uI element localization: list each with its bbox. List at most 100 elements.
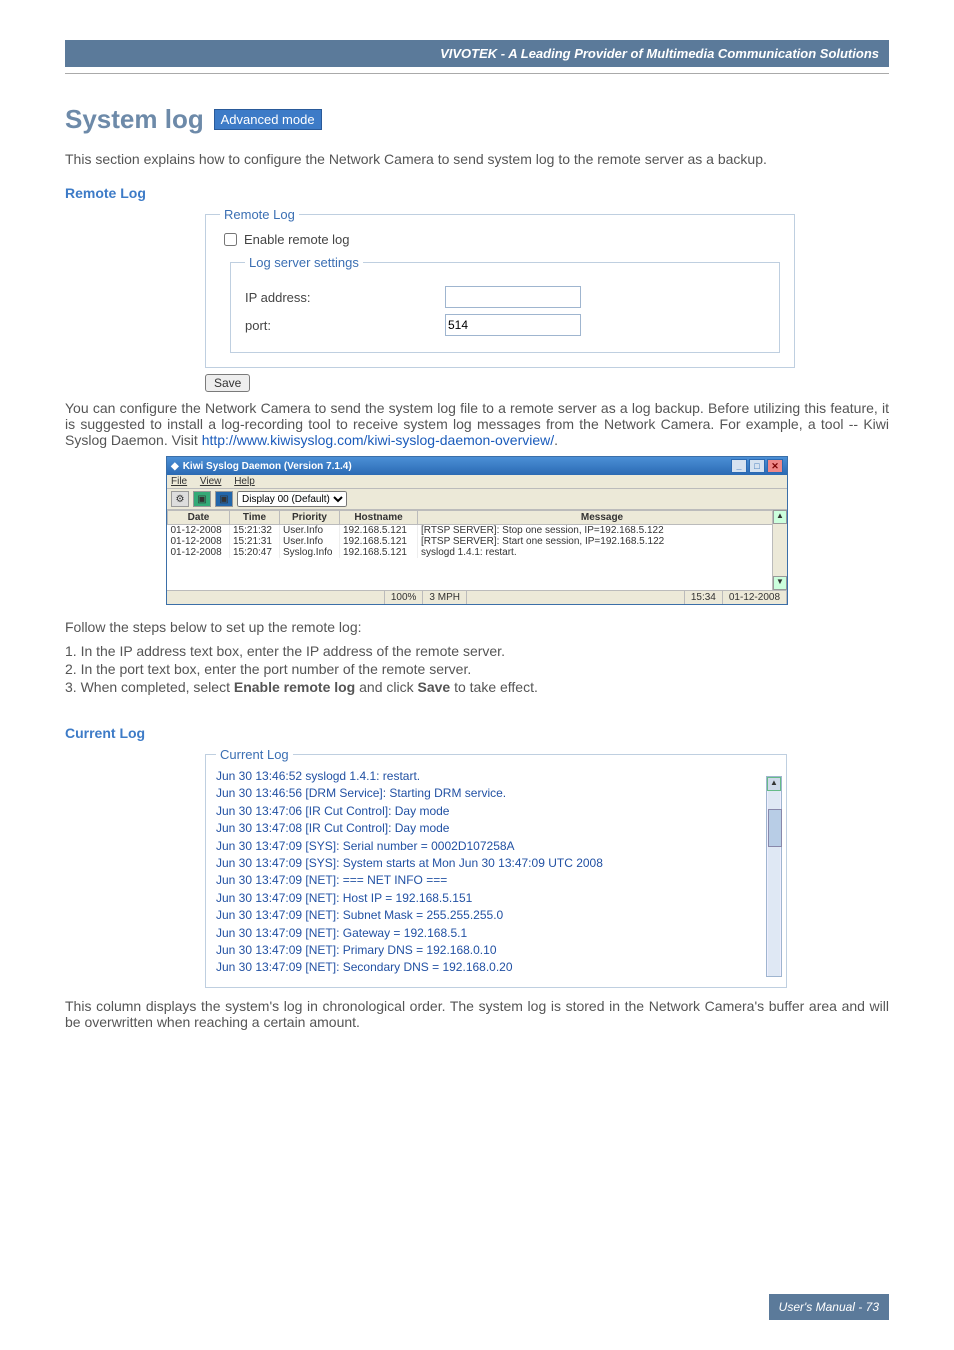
cell-time: 15:20:47 (230, 547, 280, 558)
cell-message: [RTSP SERVER]: Stop one session, IP=192.… (418, 525, 787, 537)
kiwi-title-text: Kiwi Syslog Daemon (Version 7.1.4) (183, 461, 352, 472)
log-line: Jun 30 13:47:09 [NET]: Gateway = 192.168… (216, 925, 776, 942)
kiwi-scrollbar[interactable]: ▲ ▼ (772, 510, 787, 590)
ip-address-input[interactable] (445, 286, 581, 308)
page-title-row: System log Advanced mode (65, 104, 889, 135)
col-priority[interactable]: Priority (280, 511, 340, 525)
kiwi-menubar[interactable]: File View Help (167, 475, 787, 489)
kiwi-app-icon: ◆ (171, 461, 179, 472)
status-pct: 100% (385, 591, 424, 604)
remote-log-legend: Remote Log (220, 207, 299, 222)
kiwi-statusbar: 100% 3 MPH 15:34 01-12-2008 (167, 590, 787, 604)
cell-time: 15:21:31 (230, 536, 280, 547)
log-line: Jun 30 13:47:09 [NET]: Subnet Mask = 255… (216, 907, 776, 924)
cell-priority: Syslog.Info (280, 547, 340, 558)
menu-view[interactable]: View (200, 476, 222, 487)
enable-remote-log-checkbox[interactable] (224, 233, 237, 246)
current-log-list: Jun 30 13:46:52 syslogd 1.4.1: restart.J… (216, 768, 776, 977)
toolbar-icon-3[interactable]: ▣ (215, 491, 233, 507)
col-date[interactable]: Date (168, 511, 230, 525)
scroll-up-icon[interactable]: ▲ (767, 777, 781, 791)
step-2: 2. In the port text box, enter the port … (65, 661, 889, 677)
close-icon[interactable]: ✕ (767, 459, 783, 473)
table-row[interactable]: 01-12-200815:20:47Syslog.Info192.168.5.1… (168, 547, 787, 558)
log-line: Jun 30 13:47:09 [NET]: Secondary DNS = 1… (216, 959, 776, 976)
step-3: 3. When completed, select Enable remote … (65, 679, 889, 695)
intro-text: This section explains how to configure t… (65, 151, 889, 167)
log-server-legend: Log server settings (245, 255, 363, 270)
current-log-fieldset: Current Log Jun 30 13:46:52 syslogd 1.4.… (205, 747, 787, 988)
scroll-down-icon[interactable]: ▼ (773, 576, 787, 590)
step-3d: Save (417, 679, 450, 695)
scroll-thumb[interactable] (768, 809, 782, 847)
remote-log-heading: Remote Log (65, 185, 889, 201)
cell-time: 15:21:32 (230, 525, 280, 537)
status-date: 01-12-2008 (723, 591, 787, 604)
step-1: 1. In the IP address text box, enter the… (65, 643, 889, 659)
toolbar-icon-2[interactable]: ▣ (193, 491, 211, 507)
log-line: Jun 30 13:47:09 [NET]: Primary DNS = 192… (216, 942, 776, 959)
header-rule (65, 73, 889, 74)
enable-remote-log-label: Enable remote log (244, 232, 350, 247)
col-message[interactable]: Message (418, 511, 787, 525)
cell-message: syslogd 1.4.1: restart. (418, 547, 787, 558)
maximize-icon[interactable]: □ (749, 459, 765, 473)
current-log-scrollbar[interactable]: ▲ (766, 776, 782, 977)
enable-remote-log-row[interactable]: Enable remote log (220, 230, 780, 249)
current-log-legend: Current Log (216, 747, 293, 762)
step-3e: to take effect. (450, 679, 538, 695)
col-hostname[interactable]: Hostname (340, 511, 418, 525)
log-line: Jun 30 13:47:09 [SYS]: Serial number = 0… (216, 838, 776, 855)
status-time: 15:34 (685, 591, 723, 604)
config-text-after: . (554, 432, 558, 448)
log-line: Jun 30 13:47:06 [IR Cut Control]: Day mo… (216, 803, 776, 820)
table-row[interactable]: 01-12-200815:21:31User.Info192.168.5.121… (168, 536, 787, 547)
display-select[interactable]: Display 00 (Default) (237, 491, 347, 507)
cell-hostname: 192.168.5.121 (340, 525, 418, 537)
log-line: Jun 30 13:47:09 [SYS]: System starts at … (216, 855, 776, 872)
current-log-desc: This column displays the system's log in… (65, 998, 889, 1030)
footer-band: User's Manual - 73 (769, 1294, 889, 1320)
menu-file[interactable]: File (171, 476, 187, 487)
table-row[interactable]: 01-12-200815:21:32User.Info192.168.5.121… (168, 525, 787, 537)
cell-message: [RTSP SERVER]: Start one session, IP=192… (418, 536, 787, 547)
kiwi-link[interactable]: http://www.kiwisyslog.com/kiwi-syslog-da… (202, 432, 554, 448)
cell-date: 01-12-2008 (168, 547, 230, 558)
kiwi-table: Date Time Priority Hostname Message 01-1… (167, 510, 787, 558)
log-line: Jun 30 13:47:09 [NET]: === NET INFO === (216, 872, 776, 889)
menu-help[interactable]: Help (234, 476, 255, 487)
cell-priority: User.Info (280, 536, 340, 547)
status-mph: 3 MPH (423, 591, 467, 604)
cell-date: 01-12-2008 (168, 536, 230, 547)
log-line: Jun 30 13:46:56 [DRM Service]: Starting … (216, 785, 776, 802)
save-button[interactable]: Save (205, 374, 250, 392)
page-title: System log (65, 104, 204, 134)
config-text: You can configure the Network Camera to … (65, 400, 889, 448)
cell-hostname: 192.168.5.121 (340, 547, 418, 558)
step-3a: 3. When completed, select (65, 679, 234, 695)
kiwi-titlebar: ◆ Kiwi Syslog Daemon (Version 7.1.4) _ □… (167, 457, 787, 475)
port-input[interactable] (445, 314, 581, 336)
step-3c: and click (355, 679, 417, 695)
step-3b: Enable remote log (234, 679, 355, 695)
kiwi-grid-area: Date Time Priority Hostname Message 01-1… (167, 510, 787, 590)
cell-priority: User.Info (280, 525, 340, 537)
header-band: VIVOTEK - A Leading Provider of Multimed… (65, 40, 889, 67)
log-server-fieldset: Log server settings IP address: port: (230, 255, 780, 353)
log-line: Jun 30 13:47:08 [IR Cut Control]: Day mo… (216, 820, 776, 837)
toolbar-icon-1[interactable]: ⚙ (171, 491, 189, 507)
ip-address-label: IP address: (245, 290, 445, 305)
port-label: port: (245, 318, 445, 333)
cell-hostname: 192.168.5.121 (340, 536, 418, 547)
log-line: Jun 30 13:47:09 [NET]: Host IP = 192.168… (216, 890, 776, 907)
scroll-up-icon[interactable]: ▲ (773, 510, 787, 524)
col-time[interactable]: Time (230, 511, 280, 525)
log-line: Jun 30 13:46:52 syslogd 1.4.1: restart. (216, 768, 776, 785)
kiwi-toolbar: ⚙ ▣ ▣ Display 00 (Default) (167, 489, 787, 510)
cell-date: 01-12-2008 (168, 525, 230, 537)
advanced-mode-badge: Advanced mode (214, 109, 322, 130)
minimize-icon[interactable]: _ (731, 459, 747, 473)
current-log-heading: Current Log (65, 725, 889, 741)
steps-intro: Follow the steps below to set up the rem… (65, 619, 889, 635)
remote-log-fieldset: Remote Log Enable remote log Log server … (205, 207, 795, 368)
